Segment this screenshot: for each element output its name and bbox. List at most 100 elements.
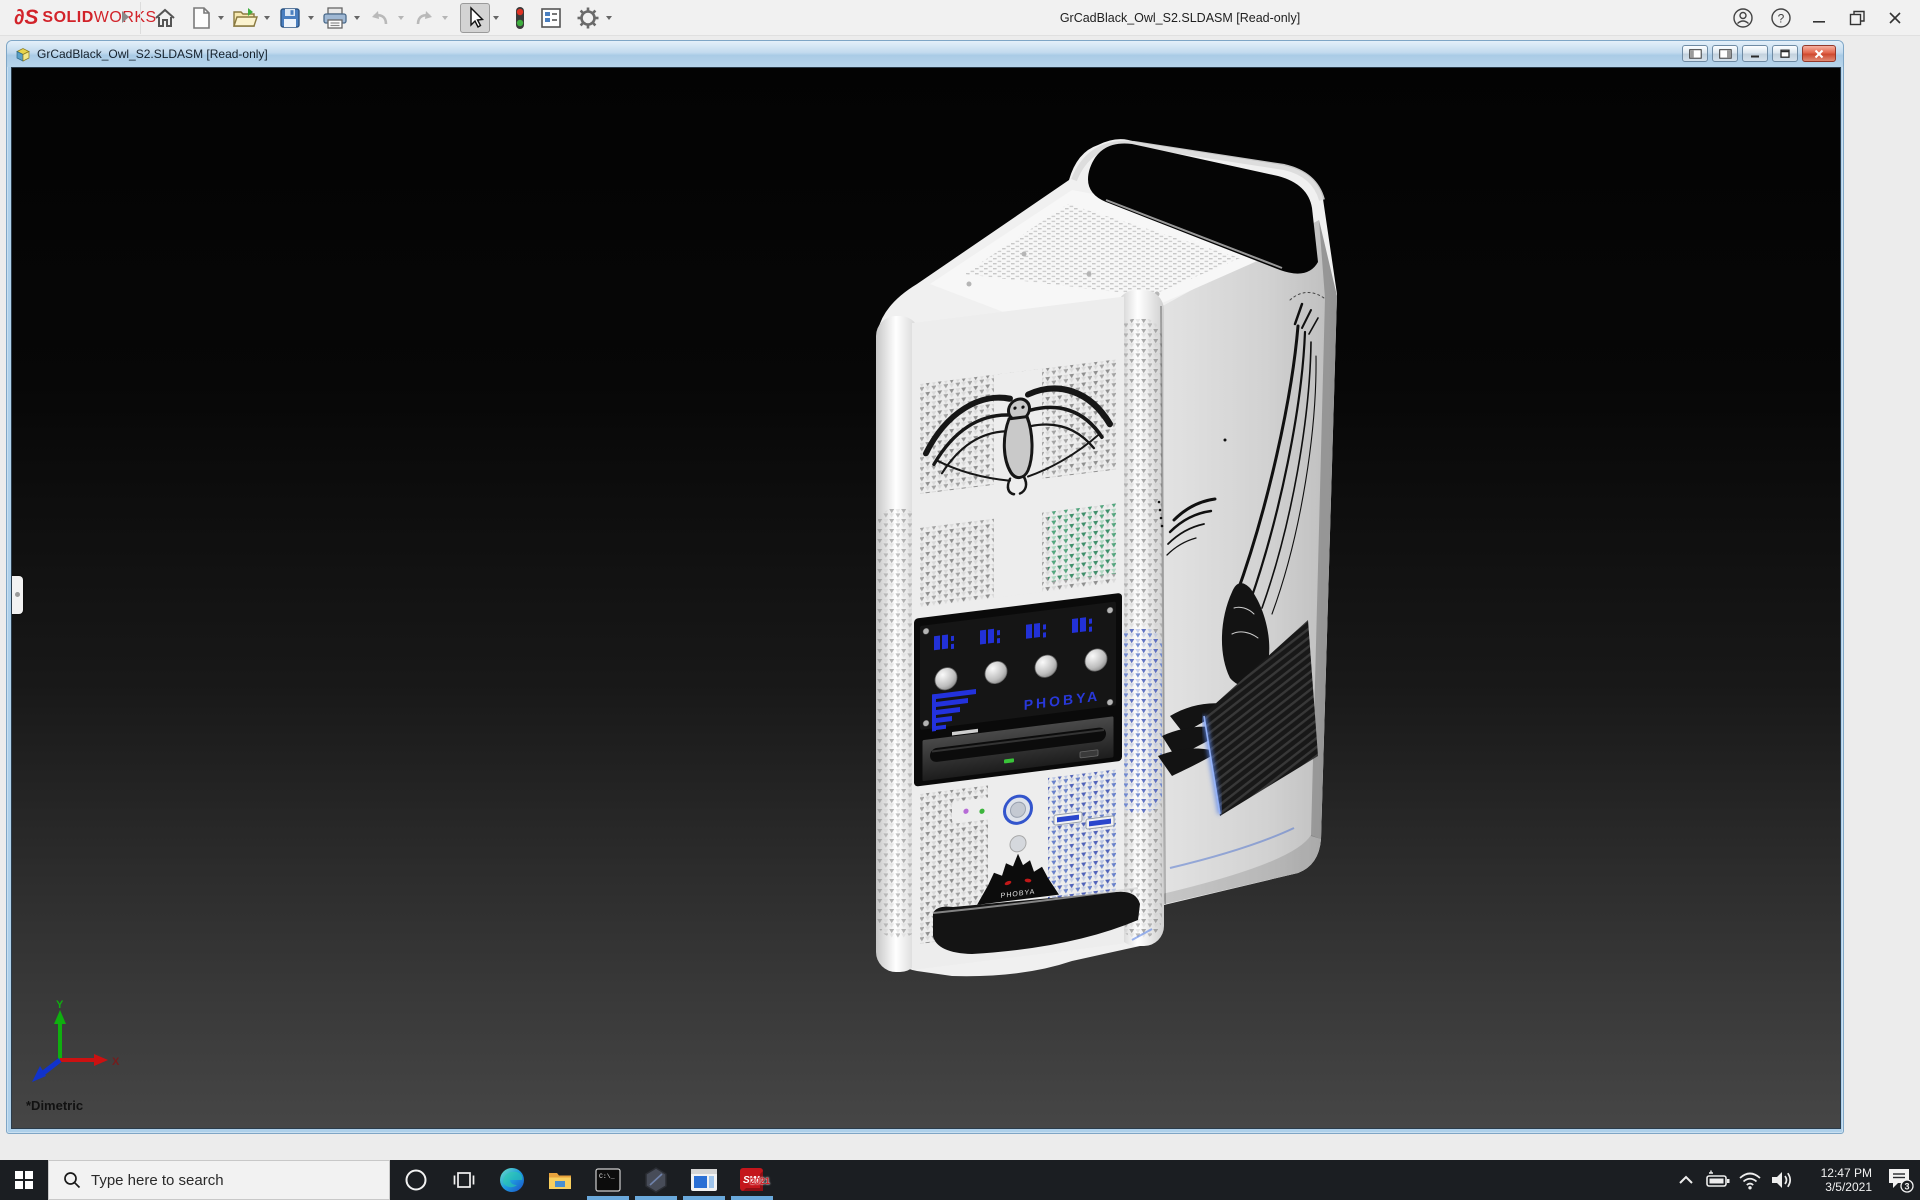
- restore-icon: [1849, 10, 1865, 26]
- undo-icon: [368, 6, 392, 30]
- cortana-button[interactable]: [392, 1160, 440, 1200]
- view-orientation-label: *Dimetric: [26, 1098, 83, 1113]
- doc-minimize-button[interactable]: [1742, 45, 1768, 62]
- new-document-icon: [190, 6, 212, 30]
- status-lights-icon: [514, 6, 526, 30]
- account-button[interactable]: [1724, 0, 1762, 36]
- running-indicator: [587, 1196, 629, 1200]
- save-dropdown[interactable]: [308, 16, 314, 20]
- select-tool-button[interactable]: [460, 3, 490, 33]
- minimize-icon: [1812, 11, 1826, 25]
- save-icon: [278, 6, 302, 30]
- taskbar-search[interactable]: [48, 1160, 390, 1200]
- options-dropdown[interactable]: [606, 16, 612, 20]
- account-icon: [1732, 7, 1754, 29]
- hexagon-app-button[interactable]: [632, 1160, 680, 1200]
- hexagon-app-icon: [642, 1166, 670, 1194]
- task-view-icon: [452, 1168, 476, 1192]
- battery-charging-icon: [1705, 1168, 1731, 1192]
- menu-expand-chevron-icon[interactable]: [122, 11, 129, 23]
- file-explorer-button[interactable]: [536, 1160, 584, 1200]
- open-dropdown[interactable]: [264, 16, 270, 20]
- blue-window-app-icon: [690, 1168, 718, 1192]
- command-prompt-icon: C:\_: [595, 1168, 621, 1192]
- chevron-up-icon: [1676, 1170, 1696, 1190]
- select-tool-dropdown[interactable]: [493, 16, 499, 20]
- search-input[interactable]: [91, 1172, 371, 1189]
- action-center-button[interactable]: 3: [1880, 1160, 1920, 1200]
- pane-left-button[interactable]: [1682, 45, 1708, 62]
- search-icon: [63, 1171, 81, 1189]
- document-window: GrCadBlack_Owl_S2.SLDASM [Read-only]: [6, 40, 1844, 1134]
- options-button[interactable]: [573, 3, 603, 33]
- edge-button[interactable]: [488, 1160, 536, 1200]
- graphics-viewport[interactable]: PHOBYA: [11, 67, 1841, 1129]
- doc-restore-icon: [1779, 49, 1791, 59]
- pane-right-icon: [1719, 49, 1732, 59]
- speaker-icon: [1769, 1168, 1795, 1192]
- battery-button[interactable]: [1702, 1160, 1734, 1200]
- dassault-logo-icon: ∂S: [14, 6, 38, 30]
- save-button[interactable]: [275, 3, 305, 33]
- hidden-icons-button[interactable]: [1670, 1160, 1702, 1200]
- document-titlebar[interactable]: GrCadBlack_Owl_S2.SLDASM [Read-only]: [7, 41, 1843, 67]
- new-document-dropdown[interactable]: [218, 16, 224, 20]
- app-window-title: GrCadBlack_Owl_S2.SLDASM [Read-only]: [900, 0, 1460, 36]
- new-document-button[interactable]: [187, 3, 215, 33]
- system-tray: 12:47 PM 3/5/2021 3: [1670, 1160, 1920, 1200]
- document-title: GrCadBlack_Owl_S2.SLDASM [Read-only]: [37, 47, 268, 61]
- home-icon: [153, 6, 177, 30]
- sw-version-label: 2021: [750, 1176, 770, 1186]
- svg-text:?: ?: [1778, 12, 1785, 26]
- solidworks-logo: ∂S SOLID WORKS: [14, 5, 157, 31]
- help-button[interactable]: ?: [1762, 0, 1800, 36]
- start-button[interactable]: [0, 1160, 48, 1200]
- close-icon: [1888, 11, 1902, 25]
- redo-button[interactable]: [409, 3, 439, 33]
- windows-taskbar: C:\_ SW 2021: [0, 1160, 1920, 1200]
- notification-icon: 3: [1885, 1165, 1915, 1195]
- notification-count-badge: 3: [1904, 1181, 1909, 1191]
- volume-button[interactable]: [1766, 1160, 1798, 1200]
- undo-button[interactable]: [365, 3, 395, 33]
- task-view-button[interactable]: [440, 1160, 488, 1200]
- task-pane-button[interactable]: [536, 3, 566, 33]
- app-titlebar: ∂S SOLID WORKS: [0, 0, 1920, 36]
- doc-close-button[interactable]: [1802, 45, 1836, 62]
- redo-dropdown[interactable]: [442, 16, 448, 20]
- doc-minimize-icon: [1749, 49, 1761, 59]
- running-indicator: [635, 1196, 677, 1200]
- open-button[interactable]: [229, 3, 261, 33]
- cmd-prompt-text: C:\_: [599, 1173, 615, 1180]
- close-button[interactable]: [1876, 0, 1914, 36]
- print-button[interactable]: [319, 3, 351, 33]
- undo-dropdown[interactable]: [398, 16, 404, 20]
- print-dropdown[interactable]: [354, 16, 360, 20]
- pane-right-button[interactable]: [1712, 45, 1738, 62]
- options-gear-icon: [576, 6, 600, 30]
- pc-case-model: PHOBYA: [12, 68, 1841, 1129]
- wifi-icon: [1737, 1168, 1763, 1192]
- taskbar-clock[interactable]: 12:47 PM 3/5/2021: [1806, 1166, 1872, 1194]
- tab-handle-dot: [15, 592, 20, 597]
- triad-x-label: X: [112, 1056, 120, 1068]
- home-button[interactable]: [150, 3, 180, 33]
- running-indicator: [731, 1196, 773, 1200]
- doc-restore-button[interactable]: [1772, 45, 1798, 62]
- document-window-controls: [1682, 45, 1836, 62]
- solidworks-taskbar-button[interactable]: SW 2021: [728, 1160, 776, 1200]
- minimize-button[interactable]: [1800, 0, 1838, 36]
- toolbar-separator: [140, 2, 141, 34]
- orientation-triad: Y X: [22, 998, 122, 1093]
- feature-manager-collapsed-tab[interactable]: [12, 576, 23, 614]
- wifi-button[interactable]: [1734, 1160, 1766, 1200]
- print-icon: [322, 6, 348, 30]
- blue-window-app-button[interactable]: [680, 1160, 728, 1200]
- file-explorer-icon: [546, 1167, 574, 1193]
- app-window-controls: ?: [1724, 0, 1914, 36]
- clock-date: 3/5/2021: [1806, 1180, 1872, 1194]
- help-icon: ?: [1770, 7, 1792, 29]
- restore-button[interactable]: [1838, 0, 1876, 36]
- command-prompt-button[interactable]: C:\_: [584, 1160, 632, 1200]
- status-lights-button[interactable]: [511, 3, 529, 33]
